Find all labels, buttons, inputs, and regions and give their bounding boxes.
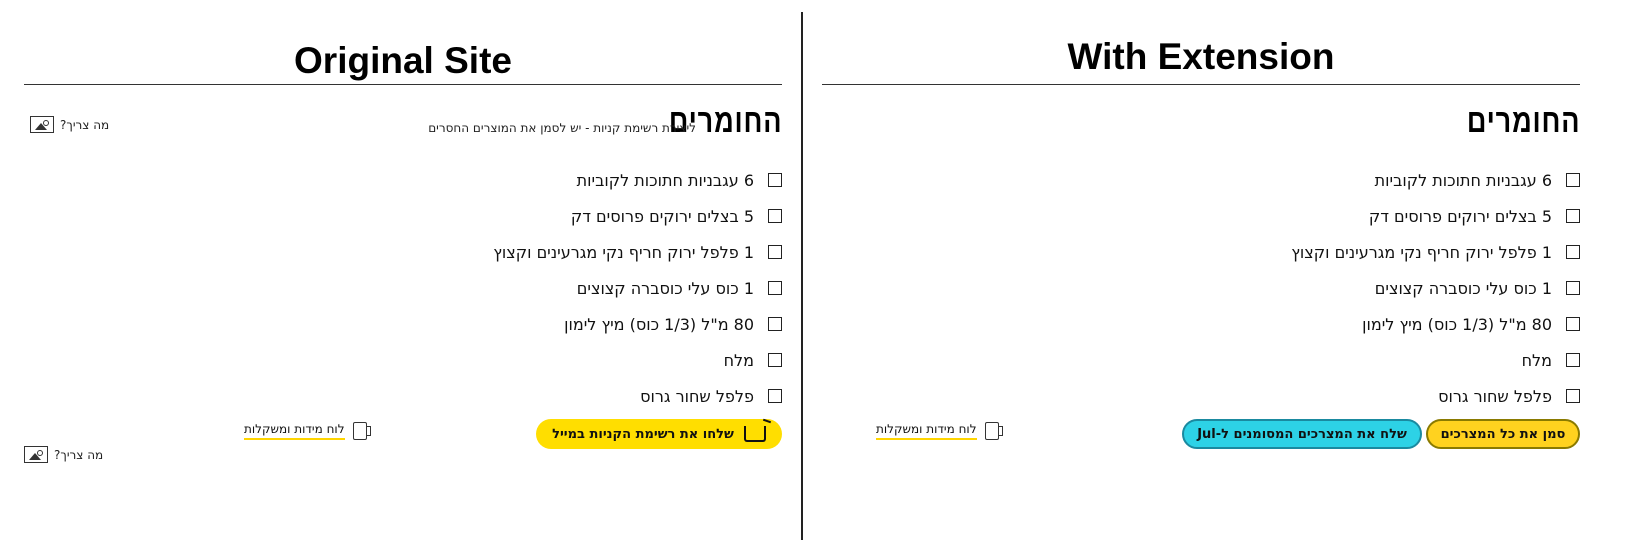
panel-title: Original Site: [294, 40, 512, 81]
measurements-table-link[interactable]: לוח מידות ומשקלות: [876, 422, 1003, 440]
panel-divider: [801, 12, 803, 540]
what-needed-link[interactable]: מה צריך?: [30, 116, 109, 133]
ingredient-item: 5 בצלים ירוקים פרוסים דק: [1180, 198, 1580, 234]
ingredient-item: 6 עגבניות חתוכות לקוביות: [382, 162, 782, 198]
ingredient-label: 5 בצלים ירוקים פרוסים דק: [570, 206, 754, 226]
measurements-table-link[interactable]: לוח מידות ומשקלות: [244, 422, 371, 440]
ingredient-item: 1 פלפל ירוק חריף נקי מגרעינים וקצוץ: [1180, 234, 1580, 270]
ingredient-item: 80 מ"ל (1/3 כוס) מיץ לימון: [1180, 306, 1580, 342]
ingredient-checkbox[interactable]: [1566, 209, 1580, 223]
what-needed-link-bottom[interactable]: מה צריך?: [24, 446, 103, 463]
ingredient-checkbox[interactable]: [1566, 281, 1580, 295]
ingredient-label: 1 כוס עלי כוסברה קצוצים: [576, 278, 754, 298]
what-needed-label: מה צריך?: [54, 447, 104, 462]
ingredients-heading: החומרים: [1466, 102, 1580, 139]
ingredient-checkbox[interactable]: [768, 281, 782, 295]
ingredient-label: 5 בצלים ירוקים פרוסים דק: [1368, 206, 1552, 226]
panel-title: With Extension: [1067, 36, 1335, 77]
ingredient-checkbox[interactable]: [768, 245, 782, 259]
ingredient-checkbox[interactable]: [768, 209, 782, 223]
ingredient-item: 6 עגבניות חתוכות לקוביות: [1180, 162, 1580, 198]
ingredient-label: 1 פלפל ירוק חריף נקי מגרעינים וקצוץ: [493, 242, 754, 262]
ingredient-item: 1 כוס עלי כוסברה קצוצים: [382, 270, 782, 306]
ingredient-label: 80 מ"ל (1/3 כוס) מיץ לימון: [564, 314, 754, 334]
ingredient-item: מלח: [382, 342, 782, 378]
ingredient-label: פלפל שחור גרוס: [1438, 386, 1552, 406]
image-icon: [24, 446, 48, 463]
send-button-label: שלח את המצרכים המסומנים ל-Jul: [1197, 426, 1407, 442]
ingredient-item: פלפל שחור גרוס: [382, 378, 782, 414]
measuring-cup-icon: [352, 422, 371, 440]
ingredient-item: 1 פלפל ירוק חריף נקי מגרעינים וקצוץ: [382, 234, 782, 270]
shopping-list-hint: ליצירת רשימת קניות - יש לסמן את המוצרים …: [428, 121, 696, 135]
ingredient-checkbox[interactable]: [768, 317, 782, 331]
ingredients-list: 6 עגבניות חתוכות לקוביות 5 בצלים ירוקים …: [1180, 162, 1580, 414]
ingredient-checkbox[interactable]: [1566, 353, 1580, 367]
email-button-label: שלחו את רשימת הקניות במייל: [552, 426, 734, 442]
measurements-label: לוח מידות ומשקלות: [876, 422, 977, 440]
ingredient-checkbox[interactable]: [768, 173, 782, 187]
ingredient-label: 1 פלפל ירוק חריף נקי מגרעינים וקצוץ: [1291, 242, 1552, 262]
ingredient-checkbox[interactable]: [768, 389, 782, 403]
measuring-cup-icon: [984, 422, 1003, 440]
mark-all-items-button[interactable]: סמן את כל המצרכים: [1426, 419, 1580, 449]
send-marked-items-button[interactable]: שלח את המצרכים המסומנים ל-Jul: [1182, 419, 1422, 449]
title-rule: [822, 84, 1580, 85]
ingredient-label: מלח: [723, 350, 754, 370]
ingredient-label: 1 כוס עלי כוסברה קצוצים: [1374, 278, 1552, 298]
ingredient-item: פלפל שחור גרוס: [1180, 378, 1580, 414]
extension-panel: With Extension החומרים 6 עגבניות חתוכות …: [822, 0, 1580, 544]
measurements-label: לוח מידות ומשקלות: [244, 422, 345, 440]
title-rule: [24, 84, 782, 85]
ingredient-item: 1 כוס עלי כוסברה קצוצים: [1180, 270, 1580, 306]
ingredient-item: 5 בצלים ירוקים פרוסים דק: [382, 198, 782, 234]
original-site-panel: Original Site החומרים ליצירת רשימת קניות…: [24, 0, 782, 544]
ingredient-checkbox[interactable]: [1566, 317, 1580, 331]
ingredient-label: 6 עגבניות חתוכות לקוביות: [1374, 170, 1552, 190]
ingredient-checkbox[interactable]: [1566, 389, 1580, 403]
mark-all-button-label: סמן את כל המצרכים: [1440, 426, 1566, 442]
ingredient-label: 80 מ"ל (1/3 כוס) מיץ לימון: [1362, 314, 1552, 334]
ingredient-label: 6 עגבניות חתוכות לקוביות: [576, 170, 754, 190]
email-shopping-list-button[interactable]: שלחו את רשימת הקניות במייל: [536, 419, 782, 449]
what-needed-label: מה צריך?: [60, 117, 110, 132]
ingredient-label: מלח: [1521, 350, 1552, 370]
ingredient-checkbox[interactable]: [768, 353, 782, 367]
image-icon: [30, 116, 54, 133]
cart-icon: [743, 426, 766, 442]
ingredients-list: 6 עגבניות חתוכות לקוביות 5 בצלים ירוקים …: [382, 162, 782, 414]
ingredient-checkbox[interactable]: [1566, 173, 1580, 187]
ingredient-checkbox[interactable]: [1566, 245, 1580, 259]
ingredient-item: 80 מ"ל (1/3 כוס) מיץ לימון: [382, 306, 782, 342]
ingredient-label: פלפל שחור גרוס: [640, 386, 754, 406]
ingredient-item: מלח: [1180, 342, 1580, 378]
